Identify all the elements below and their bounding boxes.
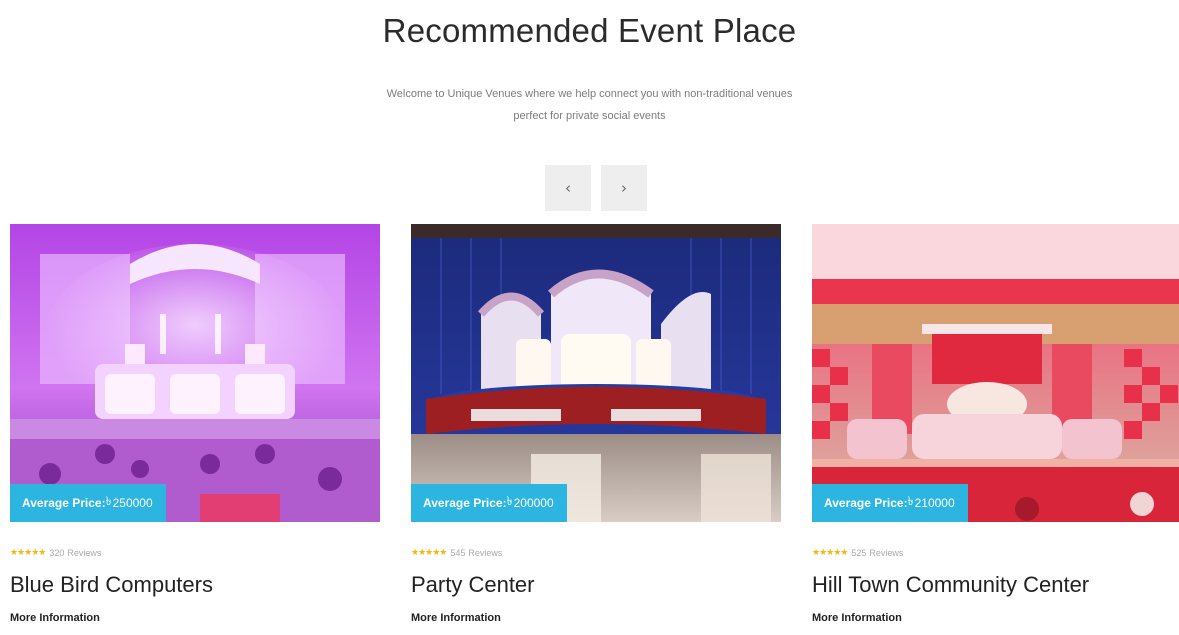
average-price-value: 250000	[112, 496, 153, 510]
rating-row: ★★★★★ 320 Reviews	[10, 548, 380, 558]
reviews-label: Reviews	[468, 548, 503, 558]
reviews-count: 320	[49, 548, 65, 558]
chevron-right-icon: ›	[621, 179, 627, 197]
currency-symbol: ৳	[105, 494, 112, 508]
rating-row: ★★★★★ 525 Reviews	[812, 548, 1179, 558]
carousel-prev-button[interactable]: ‹	[545, 165, 591, 211]
average-price-value: 210000	[914, 496, 955, 510]
average-price-value: 200000	[513, 496, 554, 510]
section-description: Welcome to Unique Venues where we help c…	[0, 83, 1179, 127]
venue-name[interactable]: Blue Bird Computers	[10, 572, 380, 598]
more-information-link[interactable]: More Information	[812, 612, 1179, 624]
blue-stage-arch-photo	[411, 224, 781, 522]
reviews-label: Reviews	[67, 548, 102, 558]
red-white-stage-photo	[812, 224, 1179, 522]
section-title: Recommended Event Place	[382, 12, 797, 49]
average-price-label: Average Price:	[824, 496, 908, 510]
carousel-next-button[interactable]: ›	[601, 165, 647, 211]
reviews-label: Reviews	[869, 548, 904, 558]
currency-symbol: ৳	[506, 494, 513, 508]
venue-image[interactable]: Average Price: ৳ 210000	[812, 224, 1179, 522]
venue-image[interactable]: Average Price: ৳ 200000	[411, 224, 781, 522]
average-price-badge: Average Price: ৳ 210000	[812, 484, 968, 522]
venue-name[interactable]: Hill Town Community Center	[812, 572, 1179, 598]
reviews-count: 525	[851, 548, 867, 558]
purple-wedding-stage-photo	[10, 224, 380, 522]
reviews-count: 545	[450, 548, 466, 558]
venue-card: Average Price: ৳ 200000 ★★★★★ 545 Review…	[411, 224, 781, 624]
average-price-badge: Average Price: ৳ 200000	[411, 484, 567, 522]
star-rating-icon: ★★★★★	[10, 548, 46, 558]
chevron-left-icon: ‹	[565, 179, 571, 197]
venue-card: Average Price: ৳ 250000 ★★★★★ 320 Review…	[10, 224, 380, 624]
carousel-nav: ‹ ›	[545, 165, 647, 211]
average-price-badge: Average Price: ৳ 250000	[10, 484, 166, 522]
star-rating-icon: ★★★★★	[411, 548, 447, 558]
venue-image[interactable]: Average Price: ৳ 250000	[10, 224, 380, 522]
average-price-label: Average Price:	[22, 496, 106, 510]
section-description-line-2: perfect for private social events	[513, 110, 666, 122]
venue-name[interactable]: Party Center	[411, 572, 781, 598]
more-information-link[interactable]: More Information	[411, 612, 781, 624]
rating-row: ★★★★★ 545 Reviews	[411, 548, 781, 558]
star-rating-icon: ★★★★★	[812, 548, 848, 558]
more-information-link[interactable]: More Information	[10, 612, 380, 624]
average-price-label: Average Price:	[423, 496, 507, 510]
venue-card: Average Price: ৳ 210000 ★★★★★ 525 Review…	[812, 224, 1179, 624]
section-description-line-1: Welcome to Unique Venues where we help c…	[386, 88, 793, 100]
currency-symbol: ৳	[907, 494, 914, 508]
